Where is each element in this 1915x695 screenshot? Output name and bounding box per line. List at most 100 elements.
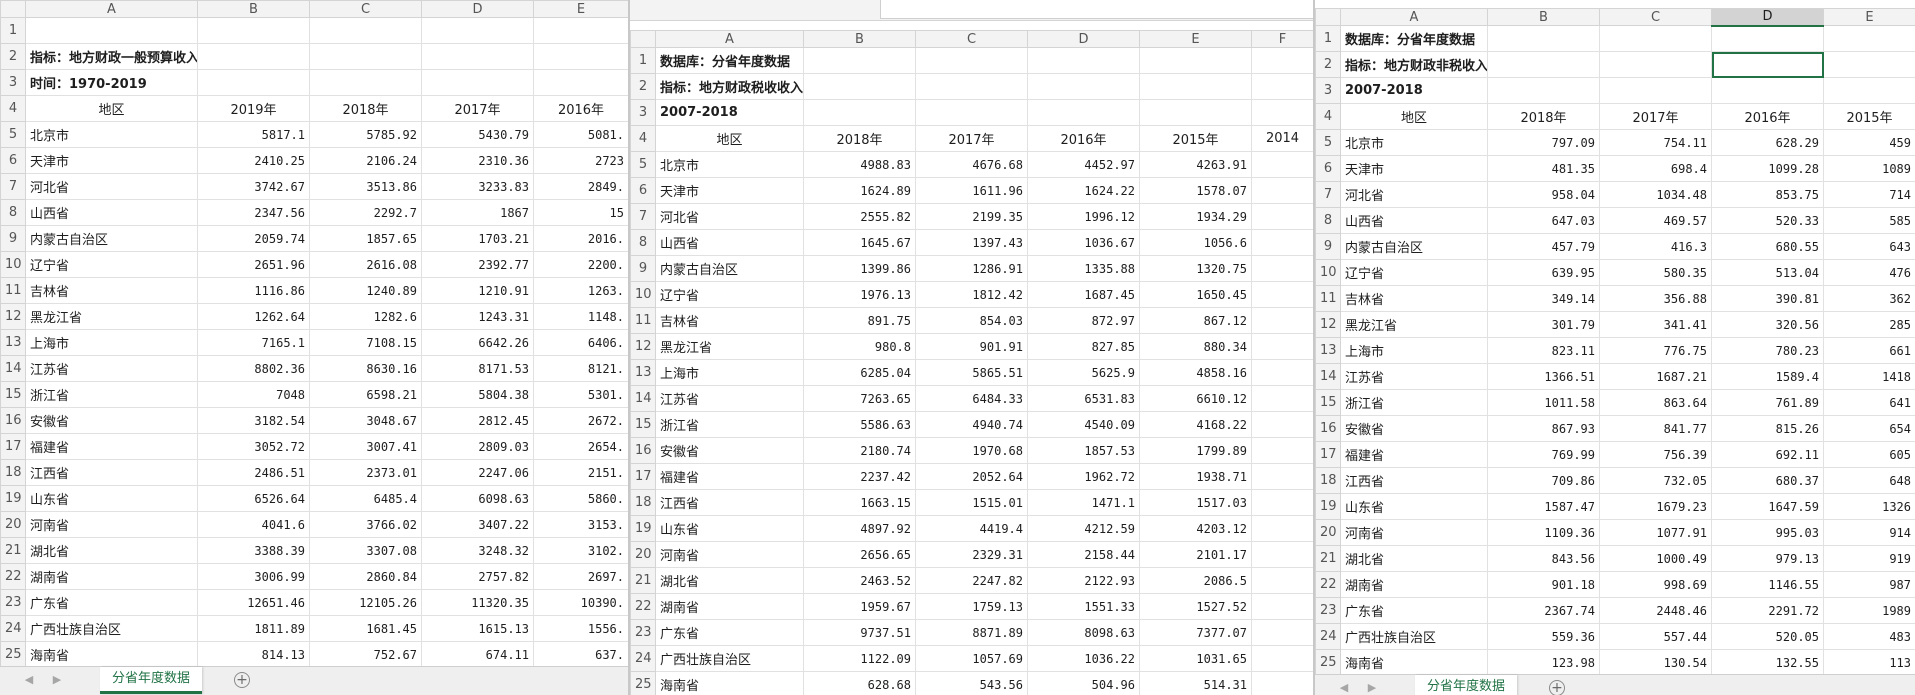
- row-header[interactable]: 16: [1315, 415, 1341, 442]
- cell-b16[interactable]: 2180.74: [803, 437, 916, 464]
- cell-b11[interactable]: 891.75: [803, 307, 916, 334]
- cell-c3[interactable]: [309, 69, 422, 96]
- cell-f22[interactable]: [1251, 593, 1313, 620]
- cell-e14[interactable]: 6610.12: [1139, 385, 1252, 412]
- cell-c16[interactable]: 1970.68: [915, 437, 1028, 464]
- cell-a17[interactable]: 福建省: [1340, 441, 1488, 468]
- cell-f8[interactable]: [1251, 229, 1313, 256]
- cell-d11[interactable]: 872.97: [1027, 307, 1140, 334]
- cell-c23[interactable]: 8871.89: [915, 619, 1028, 646]
- cell-e12[interactable]: 285: [1823, 311, 1915, 338]
- cell-a6[interactable]: 天津市: [655, 177, 804, 204]
- cell-c11[interactable]: 854.03: [915, 307, 1028, 334]
- cell-a13[interactable]: 上海市: [655, 359, 804, 386]
- cell-d1[interactable]: [421, 17, 534, 44]
- cell-a9[interactable]: 内蒙古自治区: [25, 225, 198, 252]
- cell-b13[interactable]: 6285.04: [803, 359, 916, 386]
- cell-d7[interactable]: 1996.12: [1027, 203, 1140, 230]
- cell-c3[interactable]: [1599, 77, 1712, 104]
- cell-c10[interactable]: 580.35: [1599, 259, 1712, 286]
- cell-a9[interactable]: 内蒙古自治区: [655, 255, 804, 282]
- row-header[interactable]: 20: [630, 541, 656, 568]
- cell-c17[interactable]: 3007.41: [309, 433, 422, 460]
- cell-e5[interactable]: 5081.: [533, 121, 628, 148]
- cell-e9[interactable]: 643: [1823, 233, 1915, 260]
- cell-e17[interactable]: 1938.71: [1139, 463, 1252, 490]
- cell-c22[interactable]: 2860.84: [309, 563, 422, 590]
- cell-d4[interactable]: 2016年: [1027, 125, 1140, 152]
- cell-e11[interactable]: 1263.: [533, 277, 628, 304]
- cell-d3[interactable]: [1711, 77, 1824, 104]
- cell-a16[interactable]: 安徽省: [1340, 415, 1488, 442]
- cell-f3[interactable]: [1251, 99, 1313, 126]
- cell-e15[interactable]: 4168.22: [1139, 411, 1252, 438]
- cell-e18[interactable]: 648: [1823, 467, 1915, 494]
- cell-e24[interactable]: 1556.: [533, 615, 628, 642]
- cell-e2[interactable]: [1823, 51, 1915, 78]
- cell-d6[interactable]: 1624.22: [1027, 177, 1140, 204]
- column-header-e[interactable]: E: [1139, 30, 1252, 48]
- cell-c10[interactable]: 1812.42: [915, 281, 1028, 308]
- cell-b19[interactable]: 1587.47: [1487, 493, 1600, 520]
- row-header[interactable]: 25: [1315, 649, 1341, 676]
- cell-e2[interactable]: [1139, 73, 1252, 100]
- cell-e6[interactable]: 2723: [533, 147, 628, 174]
- cell-b20[interactable]: 1109.36: [1487, 519, 1600, 546]
- cell-b18[interactable]: 1663.15: [803, 489, 916, 516]
- cell-b14[interactable]: 1366.51: [1487, 363, 1600, 390]
- cell-c19[interactable]: 4419.4: [915, 515, 1028, 542]
- cell-b23[interactable]: 2367.74: [1487, 597, 1600, 624]
- cell-a6[interactable]: 天津市: [1340, 155, 1488, 182]
- cell-c4[interactable]: 2017年: [1599, 103, 1712, 130]
- cell-c12[interactable]: 901.91: [915, 333, 1028, 360]
- cell-b3[interactable]: [197, 69, 310, 96]
- cell-a25[interactable]: 海南省: [655, 671, 804, 695]
- cell-e1[interactable]: [1823, 25, 1915, 52]
- cell-a11[interactable]: 吉林省: [655, 307, 804, 334]
- row-header[interactable]: 2: [630, 73, 656, 100]
- cell-b17[interactable]: 3052.72: [197, 433, 310, 460]
- cell-a16[interactable]: 安徽省: [655, 437, 804, 464]
- cell-b15[interactable]: 7048: [197, 381, 310, 408]
- row-header[interactable]: 10: [630, 281, 656, 308]
- cell-c7[interactable]: 3513.86: [309, 173, 422, 200]
- cell-a23[interactable]: 广东省: [655, 619, 804, 646]
- cell-b13[interactable]: 823.11: [1487, 337, 1600, 364]
- cell-e14[interactable]: 8121.: [533, 355, 628, 382]
- cell-d13[interactable]: 780.23: [1711, 337, 1824, 364]
- cell-d3[interactable]: [1027, 99, 1140, 126]
- cell-e19[interactable]: 5860.: [533, 485, 628, 512]
- cell-d18[interactable]: 2247.06: [421, 459, 534, 486]
- cell-e19[interactable]: 1326: [1823, 493, 1915, 520]
- cell-c14[interactable]: 1687.21: [1599, 363, 1712, 390]
- spreadsheet-grid-3[interactable]: ABCDE1数据库：分省年度数据2指标：地方财政非税收入(亿元)32007-20…: [1315, 8, 1915, 676]
- row-header[interactable]: 23: [1315, 597, 1341, 624]
- cell-e4[interactable]: 2016年: [533, 95, 628, 122]
- cell-d9[interactable]: 1703.21: [421, 225, 534, 252]
- formula-bar-box[interactable]: [880, 0, 1313, 19]
- cell-b24[interactable]: 559.36: [1487, 623, 1600, 650]
- row-header[interactable]: 22: [1315, 571, 1341, 598]
- cell-a7[interactable]: 河北省: [655, 203, 804, 230]
- cell-a21[interactable]: 湖北省: [25, 537, 198, 564]
- cell-e6[interactable]: 1578.07: [1139, 177, 1252, 204]
- cell-d15[interactable]: 5804.38: [421, 381, 534, 408]
- cell-a15[interactable]: 浙江省: [655, 411, 804, 438]
- cell-b17[interactable]: 769.99: [1487, 441, 1600, 468]
- cell-d19[interactable]: 1647.59: [1711, 493, 1824, 520]
- select-all-corner[interactable]: [630, 30, 656, 48]
- cell-b22[interactable]: 1959.67: [803, 593, 916, 620]
- cell-a24[interactable]: 广西壮族自治区: [1340, 623, 1488, 650]
- cell-d24[interactable]: 1036.22: [1027, 645, 1140, 672]
- row-header[interactable]: 13: [1315, 337, 1341, 364]
- cell-c15[interactable]: 4940.74: [915, 411, 1028, 438]
- column-header-b[interactable]: B: [197, 0, 310, 18]
- cell-a22[interactable]: 湖南省: [655, 593, 804, 620]
- cell-c13[interactable]: 7108.15: [309, 329, 422, 356]
- cell-e15[interactable]: 5301.: [533, 381, 628, 408]
- row-header[interactable]: 19: [630, 515, 656, 542]
- cell-c6[interactable]: 1611.96: [915, 177, 1028, 204]
- cell-c25[interactable]: 543.56: [915, 671, 1028, 695]
- cell-e11[interactable]: 362: [1823, 285, 1915, 312]
- cell-c23[interactable]: 2448.46: [1599, 597, 1712, 624]
